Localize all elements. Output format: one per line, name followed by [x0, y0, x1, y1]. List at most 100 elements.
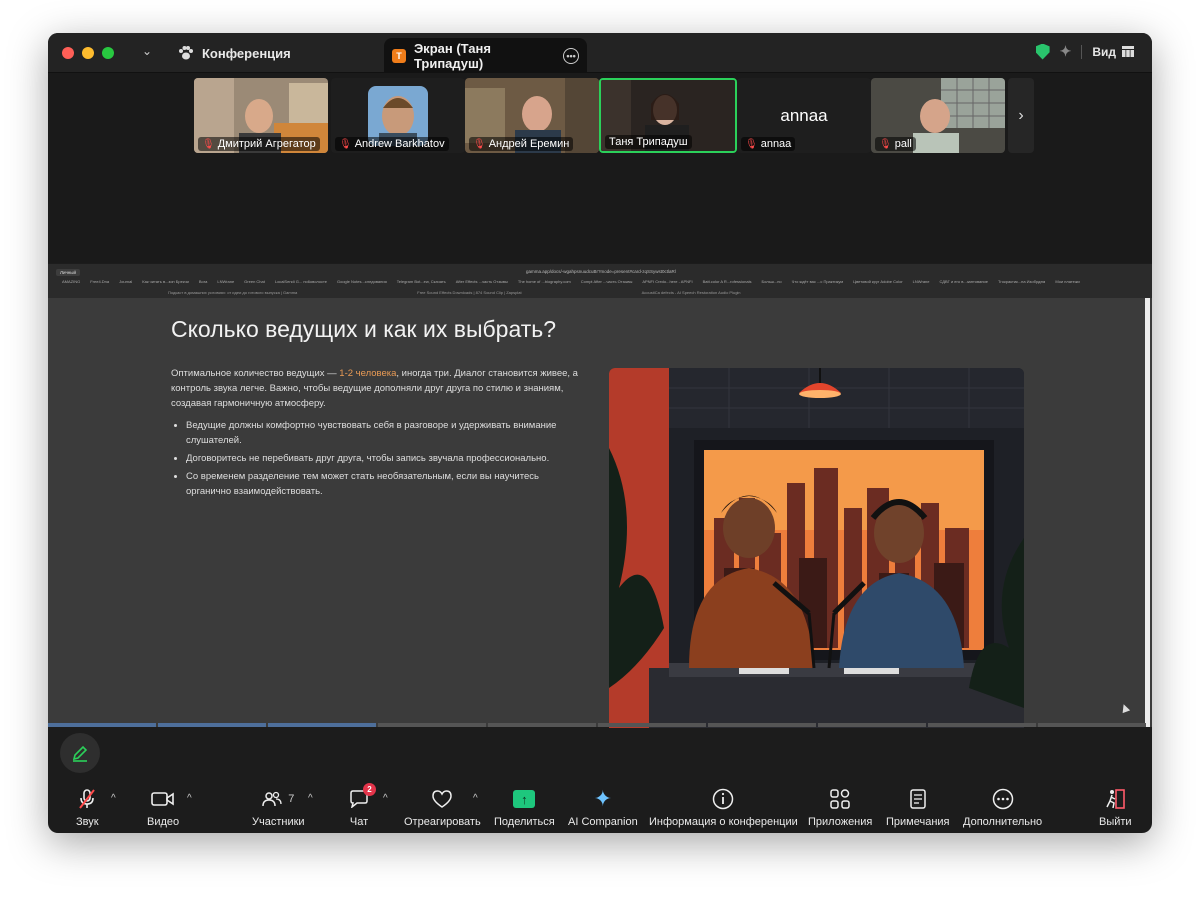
close-window-button[interactable]	[62, 47, 74, 59]
notes-button[interactable]: Примечания	[886, 787, 950, 828]
chevron-right-icon[interactable]: ›	[1008, 78, 1034, 153]
participants-icon: 7	[262, 787, 294, 811]
chat-options-caret[interactable]: ^	[383, 793, 388, 804]
participant-tile[interactable]: 🎙 Andrew Barkhatov	[331, 78, 465, 153]
video-camera-icon	[151, 787, 175, 811]
browser-tabs: Подкаст в домашних условиях: от идеи до …	[168, 290, 741, 295]
slide-paragraph: Оптимальное количество ведущих — 1-2 чел…	[171, 368, 578, 409]
muted-mic-icon: 🎙	[339, 138, 352, 150]
muted-mic-icon: 🎙	[202, 138, 215, 150]
muted-mic-icon: 🎙	[473, 138, 486, 150]
participant-name-label: 🎙 Дмитрий Агрегатор	[198, 137, 320, 151]
highlight-text: 1-2 человека	[339, 368, 397, 379]
tab-screen-share-label: Экран (Таня Трипадуш)	[413, 41, 491, 71]
participants-button[interactable]: 7 Участники	[252, 787, 305, 828]
chat-button[interactable]: 2 Чат	[349, 783, 376, 828]
podcast-illustration	[609, 368, 1024, 728]
video-button[interactable]: Видео	[147, 787, 179, 828]
presentation-slide: Сколько ведущих и как их выбрать? Оптима…	[48, 298, 1152, 728]
muted-mic-icon: 🎙	[745, 138, 758, 150]
view-label: Вид	[1092, 44, 1116, 59]
title-bar: ⌄ Конференция T Экран (Таня Трипадуш) ••…	[48, 33, 1152, 74]
tab-conference[interactable]: Конференция	[178, 41, 291, 65]
muted-mic-icon	[77, 787, 97, 811]
participant-name-label: 🎙 annaa	[741, 137, 796, 151]
annotate-button[interactable]	[60, 733, 100, 773]
progress-segment	[818, 723, 926, 727]
divider	[1081, 44, 1083, 59]
exit-door-icon	[1104, 787, 1126, 811]
more-dots-icon	[992, 787, 1014, 811]
progress-segment	[48, 723, 156, 727]
sparkle-icon: ✦	[593, 786, 613, 811]
participant-tile[interactable]: 🎙 Андрей Еремин	[465, 78, 599, 153]
view-button[interactable]: Вид	[1092, 45, 1134, 59]
paw-icon	[179, 46, 193, 60]
notes-icon	[909, 787, 927, 811]
progress-segment	[1038, 723, 1146, 727]
share-arrow-icon: ↑	[513, 790, 536, 808]
browser-profile: Личный	[56, 269, 81, 276]
more-button[interactable]: Дополнительно	[963, 787, 1042, 828]
ai-companion-button[interactable]: ✦ AI Companion	[568, 786, 638, 828]
slide-illustration	[609, 368, 1024, 728]
audio-options-caret[interactable]: ^	[111, 793, 116, 804]
bookmarks-bar: AMAZING Free4.Dna Journal Как читать в..…	[62, 279, 1080, 284]
list-item: Договоритесь не перебивать друг друга, ч…	[186, 451, 581, 466]
progress-segment	[598, 723, 706, 727]
leave-button[interactable]: Выйти	[1099, 787, 1132, 828]
participant-name-label: 🎙 Андрей Еремин	[469, 137, 574, 151]
chat-unread-badge: 2	[363, 783, 376, 796]
titlebar-right: ✦ Вид	[1035, 43, 1134, 60]
info-icon	[712, 787, 734, 811]
participant-name-label: Таня Трипадуш	[605, 135, 692, 149]
scrollbar[interactable]	[1145, 298, 1150, 727]
minimize-window-button[interactable]	[82, 47, 94, 59]
participant-video-strip: 🎙 Дмитрий Агрегатор 🎙 Andrew Barkhatov 🎙…	[48, 73, 1152, 263]
apps-icon	[830, 787, 850, 811]
muted-mic-icon: 🎙	[879, 138, 892, 150]
participant-tile[interactable]: 🎙 pall	[871, 78, 1005, 153]
participant-tile[interactable]: 🎙 Дмитрий Агрегатор	[194, 78, 328, 153]
shared-browser-chrome: Личный gamma.app/docs/-wgahpsnuudcuBr?mo…	[48, 264, 1152, 298]
audio-button[interactable]: Звук	[76, 787, 99, 828]
react-options-caret[interactable]: ^	[473, 793, 478, 804]
slide-bullet-list: Ведущие должны комфортно чувствовать себ…	[186, 418, 581, 502]
grid-view-icon	[1122, 46, 1134, 57]
meeting-info-button[interactable]: Информация о конференции	[649, 787, 798, 828]
presenter-avatar-badge: T	[392, 49, 406, 63]
chat-bubble-icon: 2	[349, 783, 376, 811]
chevron-down-icon[interactable]: ⌄	[142, 44, 152, 58]
more-options-icon[interactable]: •••	[563, 48, 580, 64]
shield-icon[interactable]	[1035, 43, 1050, 60]
zoom-window-button[interactable]	[102, 47, 114, 59]
heart-icon	[431, 787, 453, 811]
slide-progress-bar	[48, 723, 1146, 727]
browser-url: gamma.app/docs/-wgahpsnuudcuBr?mode=pres…	[526, 269, 676, 274]
participant-name-label: 🎙 Andrew Barkhatov	[335, 137, 449, 151]
participants-count: 7	[288, 793, 295, 805]
participant-video-placeholder: annaa	[780, 105, 828, 125]
progress-segment	[158, 723, 266, 727]
participant-name-label: 🎙 pall	[875, 137, 916, 151]
share-screen-button[interactable]: ↑ Поделиться	[494, 787, 555, 828]
participant-tile[interactable]: annaa 🎙 annaa	[737, 78, 871, 153]
progress-segment	[708, 723, 816, 727]
progress-segment	[488, 723, 596, 727]
meeting-toolbar: Звук ^ Видео ^ 7 Участники ^ 2 Чат ^ Отр…	[48, 775, 1152, 833]
progress-segment	[378, 723, 486, 727]
pencil-icon	[72, 745, 88, 762]
progress-segment	[268, 723, 376, 727]
list-item: Ведущие должны комфортно чувствовать себ…	[186, 418, 581, 448]
progress-segment	[928, 723, 1036, 727]
tab-screen-share[interactable]: T Экран (Таня Трипадуш) •••	[384, 38, 587, 74]
participants-options-caret[interactable]: ^	[308, 793, 313, 804]
sparkle-icon[interactable]: ✦	[1060, 43, 1072, 60]
react-button[interactable]: Отреагировать	[404, 787, 481, 828]
shared-screen: Личный gamma.app/docs/-wgahpsnuudcuBr?mo…	[48, 264, 1152, 728]
participant-tile-active[interactable]: Таня Трипадуш	[599, 78, 737, 153]
apps-button[interactable]: Приложения	[808, 787, 872, 828]
tab-conference-label: Конференция	[202, 45, 291, 61]
slide-title: Сколько ведущих и как их выбрать?	[171, 316, 557, 342]
video-options-caret[interactable]: ^	[187, 793, 192, 804]
